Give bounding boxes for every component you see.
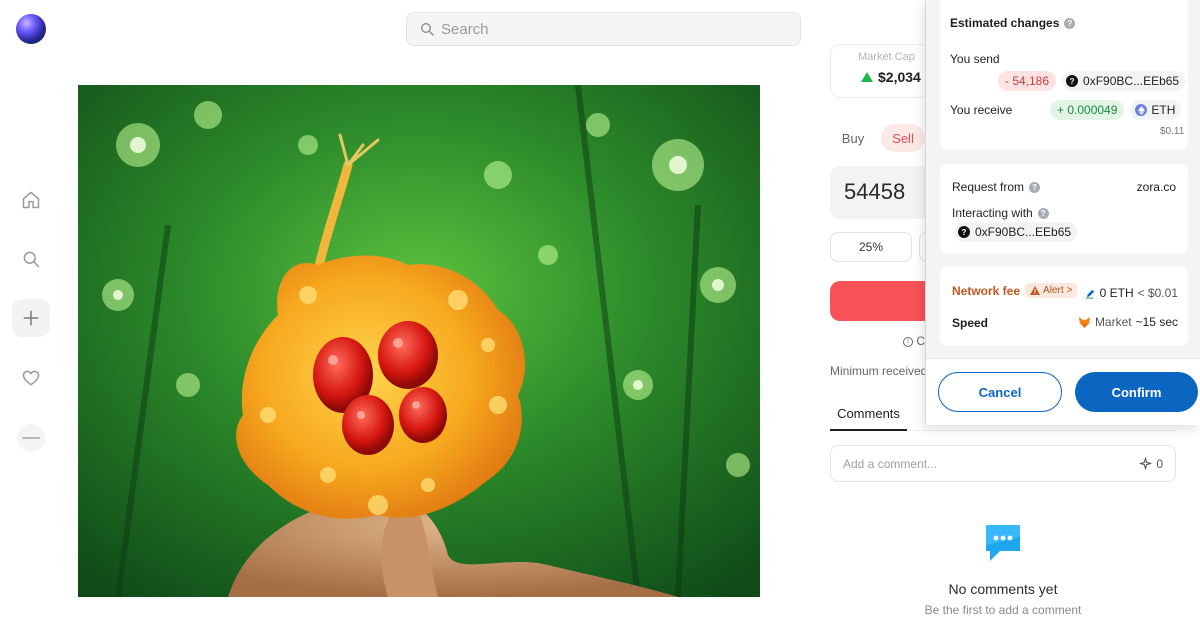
favorites-button[interactable] bbox=[12, 359, 50, 397]
avatar-mark bbox=[22, 437, 40, 439]
market-cap-value: $2,034 bbox=[861, 69, 921, 85]
request-from-value: zora.co bbox=[1136, 180, 1176, 194]
receive-token-pill[interactable]: ETH bbox=[1130, 100, 1182, 120]
sell-button[interactable] bbox=[830, 281, 930, 321]
fee-value-row[interactable]: 0 ETH < $0.01 bbox=[1085, 286, 1178, 300]
search-input[interactable] bbox=[441, 20, 781, 38]
create-button[interactable] bbox=[12, 299, 50, 337]
tab-sell[interactable]: Sell bbox=[881, 124, 925, 152]
fox-icon bbox=[1078, 316, 1091, 328]
quick-amount-25-button[interactable]: 25% bbox=[830, 232, 912, 262]
wallet-confirmation-popup: Estimated changes ? You send - 54,186 ? … bbox=[925, 0, 1200, 425]
send-address: 0xF90BC...EEb65 bbox=[1083, 74, 1180, 88]
network-fee-row: Network fee Alert > bbox=[952, 283, 1078, 298]
market-cap-amount: $2,034 bbox=[878, 69, 921, 85]
interacting-with-pill-wrap: ? 0xF90BC...EEb65 bbox=[954, 222, 1078, 242]
interacting-with-label: Interacting with bbox=[952, 206, 1033, 220]
post-image bbox=[78, 85, 760, 597]
amount-input[interactable]: 54458 bbox=[830, 166, 930, 219]
send-amount: - 54,186 bbox=[998, 71, 1057, 91]
interacting-with-value: 0xF90BC...EEb65 bbox=[975, 225, 1072, 239]
you-receive-label: You receive bbox=[950, 103, 1013, 117]
market-cap-label: Market Cap bbox=[858, 51, 915, 63]
profile-avatar[interactable] bbox=[17, 424, 45, 452]
plus-icon bbox=[23, 310, 39, 326]
explore-button[interactable] bbox=[12, 240, 50, 278]
fee-eth: 0 ETH bbox=[1099, 286, 1134, 300]
info-icon: i bbox=[903, 336, 913, 347]
help-icon[interactable]: ? bbox=[1037, 207, 1049, 219]
request-from-label: Request from bbox=[952, 180, 1025, 194]
edit-gas-icon bbox=[1085, 289, 1094, 299]
receive-row: + 0.000049 ETH bbox=[1050, 100, 1182, 120]
trade-info-label: C bbox=[916, 334, 926, 348]
warning-icon bbox=[1030, 286, 1041, 295]
speed-value-row: Market ~15 sec bbox=[1078, 315, 1178, 329]
speed-time: ~15 sec bbox=[1135, 315, 1178, 329]
empty-comments-title: No comments yet bbox=[948, 581, 1058, 597]
flower-photo bbox=[78, 85, 760, 597]
network-fee-label: Network fee bbox=[952, 283, 1021, 298]
chat-bubble-icon bbox=[986, 525, 1020, 561]
comment-input[interactable] bbox=[843, 456, 1140, 471]
heart-icon bbox=[22, 370, 40, 386]
chevron-right-icon: > bbox=[1066, 285, 1073, 296]
tab-comments[interactable]: Comments bbox=[830, 397, 907, 431]
trade-info-text: i C bbox=[903, 334, 925, 348]
search-icon bbox=[421, 23, 434, 36]
receive-token: ETH bbox=[1151, 103, 1176, 117]
request-from-row: Request from ? bbox=[952, 180, 1041, 194]
fee-usd: < $0.01 bbox=[1137, 286, 1178, 300]
interacting-with-pill[interactable]: ? 0xF90BC...EEb65 bbox=[954, 222, 1078, 242]
receive-amount: + 0.000049 bbox=[1050, 100, 1125, 120]
estimated-changes-heading: Estimated changes ? bbox=[950, 16, 1076, 30]
speed-value: Market bbox=[1094, 315, 1132, 329]
send-row: - 54,186 ? 0xF90BC...EEb65 bbox=[998, 71, 1186, 91]
search-icon bbox=[23, 251, 40, 268]
minimum-received-label: Minimum received bbox=[830, 364, 926, 378]
home-button[interactable] bbox=[12, 181, 50, 219]
alert-label: Alert bbox=[1043, 285, 1064, 296]
estimated-changes-title: Estimated changes bbox=[950, 16, 1060, 30]
token-question-icon: ? bbox=[1066, 75, 1079, 87]
fee-alert-badge[interactable]: Alert > bbox=[1025, 283, 1078, 298]
estimated-changes-card: Estimated changes ? You send - 54,186 ? … bbox=[940, 0, 1188, 150]
confirm-button[interactable]: Confirm bbox=[1075, 372, 1198, 412]
eth-icon bbox=[1135, 104, 1148, 116]
app-logo[interactable] bbox=[16, 14, 46, 44]
cancel-button[interactable]: Cancel bbox=[938, 372, 1062, 412]
home-icon bbox=[22, 191, 40, 209]
receive-usd: $0.11 bbox=[1160, 126, 1185, 137]
help-icon[interactable]: ? bbox=[1029, 181, 1041, 193]
tab-buy[interactable]: Buy bbox=[836, 124, 870, 152]
search-bar[interactable] bbox=[406, 12, 801, 46]
network-fee-card: Network fee Alert > 0 ETH < $0.01 Speed … bbox=[940, 266, 1188, 346]
you-send-label: You send bbox=[950, 52, 1000, 66]
send-address-pill[interactable]: ? 0xF90BC...EEb65 bbox=[1062, 71, 1186, 91]
tabs-divider bbox=[907, 430, 1176, 431]
help-icon[interactable]: ? bbox=[1064, 17, 1076, 29]
comment-input-box[interactable]: 0 bbox=[830, 445, 1176, 482]
contract-question-icon: ? bbox=[958, 226, 970, 238]
spark-counter[interactable]: 0 bbox=[1139, 457, 1163, 471]
speed-label: Speed bbox=[952, 316, 989, 330]
request-details-card: Request from ? zora.co Interacting with … bbox=[940, 164, 1188, 254]
sparkle-icon bbox=[1139, 457, 1152, 470]
spark-count: 0 bbox=[1156, 456, 1163, 471]
interacting-with-row: Interacting with ? bbox=[952, 206, 1049, 220]
empty-comments-subtitle: Be the first to add a comment bbox=[924, 603, 1082, 617]
trend-up-icon bbox=[861, 72, 873, 82]
